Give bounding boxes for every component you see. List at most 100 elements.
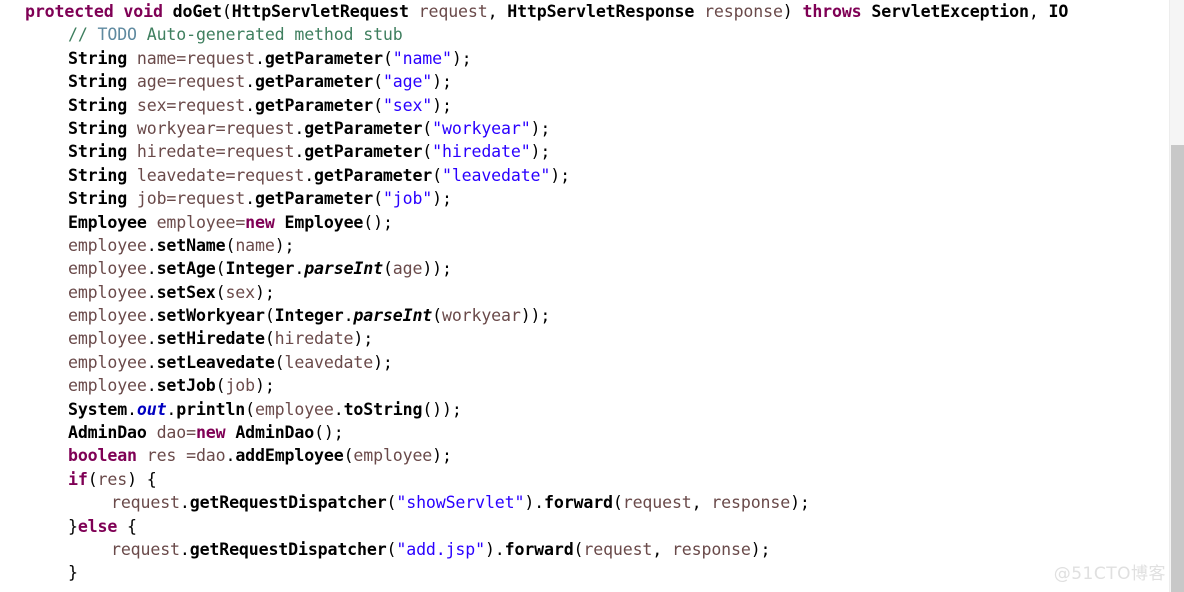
code-token-plain: .	[146, 329, 157, 349]
code-token-local: request	[186, 48, 255, 68]
code-token-plain: );	[432, 72, 452, 92]
code-line[interactable]: protected void doGet(HttpServletRequest …	[0, 0, 1169, 23]
code-line[interactable]: request.getRequestDispatcher("add.jsp").…	[0, 538, 1169, 561]
code-token-plain: (	[382, 259, 393, 279]
code-token-plain: );	[451, 48, 472, 68]
code-line[interactable]: employee.setName(name);	[0, 234, 1169, 257]
code-line[interactable]: employee.setSex(sex);	[0, 281, 1169, 304]
code-token-plain: )	[782, 2, 803, 21]
code-token-method: getRequestDispatcher	[189, 539, 387, 559]
code-token-local: response	[671, 539, 751, 559]
code-token-cmt: Auto-generated method stub	[136, 25, 403, 45]
code-token-plain: .	[179, 539, 190, 559]
code-token-kw: throws	[802, 2, 862, 21]
code-token-method: setAge	[156, 259, 216, 279]
code-line[interactable]: employee.setAge(Integer.parseInt(age));	[0, 257, 1169, 280]
code-token-plain: .	[294, 142, 305, 162]
code-token-plain: .	[245, 189, 255, 209]
code-token-plain: .	[225, 446, 236, 466]
code-line[interactable]: AdminDao dao=new AdminDao();	[0, 421, 1169, 444]
code-token-kw: boolean	[68, 446, 137, 466]
code-token-plain: ,	[1028, 2, 1049, 21]
code-line[interactable]: employee.setHiredate(hiredate);	[0, 327, 1169, 350]
code-token-plain: (	[264, 329, 275, 349]
code-token-local: response	[711, 493, 791, 513]
code-token-plain: .	[146, 282, 157, 302]
code-token-str: "hiredate"	[432, 142, 531, 162]
code-token-plain: ));	[422, 259, 452, 279]
code-token-plain: (	[264, 306, 275, 326]
code-line[interactable]: boolean res =dao.addEmployee(employee);	[0, 444, 1169, 467]
code-line[interactable]: String name=request.getParameter("name")…	[0, 47, 1169, 70]
code-token-type: HttpServletRequest	[231, 2, 409, 21]
code-token-plain: .	[255, 48, 265, 68]
code-token-type: String	[68, 95, 128, 115]
code-token-str: "showServlet"	[396, 493, 525, 513]
code-token-local: hiredate	[136, 142, 216, 162]
code-token-plain: );	[432, 189, 452, 209]
code-token-plain: ,	[691, 493, 712, 513]
code-line[interactable]: }else {	[0, 515, 1169, 538]
code-token-plain: .	[146, 259, 157, 279]
code-line[interactable]: employee.setJob(job);	[0, 374, 1169, 397]
code-token-type: HttpServletResponse	[507, 2, 695, 21]
code-line[interactable]: String hiredate=request.getParameter("hi…	[0, 140, 1169, 163]
code-token-plain: ();	[363, 212, 393, 232]
code-line[interactable]: String job=request.getParameter("job");	[0, 187, 1169, 210]
code-token-local: request	[176, 95, 246, 115]
code-token-plain: (	[215, 376, 226, 396]
code-token-local: response	[704, 2, 783, 21]
code-token-plain: );	[353, 329, 374, 349]
vertical-scrollbar[interactable]	[1169, 0, 1184, 592]
code-token-local: =	[166, 189, 177, 209]
code-line[interactable]: }	[0, 561, 1169, 584]
code-line[interactable]: String workyear=request.getParameter("wo…	[0, 117, 1169, 140]
code-token-method: forward	[504, 539, 574, 559]
code-token-plain: );	[550, 165, 570, 185]
code-token-cmt: //	[68, 25, 98, 45]
code-text-area[interactable]: protected void doGet(HttpServletRequest …	[0, 0, 1169, 592]
code-token-local: =	[215, 142, 226, 162]
code-token-plain: (	[612, 493, 623, 513]
code-token-method: setHiredate	[156, 329, 265, 349]
code-token-plain: ) {	[127, 469, 157, 489]
code-token-local: job	[225, 376, 255, 396]
code-token-local: request	[111, 539, 180, 559]
code-token-plain: );	[750, 539, 771, 559]
code-token-local: request	[225, 118, 295, 138]
code-token-plain: (	[386, 493, 397, 513]
code-token-method: getParameter	[264, 48, 383, 68]
code-editor[interactable]: protected void doGet(HttpServletRequest …	[0, 0, 1184, 592]
code-token-kw: void	[123, 2, 163, 21]
code-line[interactable]: employee.setLeavedate(leavedate);	[0, 351, 1169, 374]
code-token-plain: );	[274, 235, 295, 255]
code-token-plain: (	[432, 306, 442, 326]
code-token-kw: if	[68, 469, 88, 489]
code-token-local: employee	[68, 376, 147, 396]
code-token-method: getParameter	[255, 189, 374, 209]
code-token-method: getParameter	[304, 118, 423, 138]
code-token-local: =	[176, 446, 196, 466]
code-token-plain: ));	[520, 306, 551, 326]
code-token-method: addEmployee	[235, 446, 344, 466]
code-token-plain: );	[255, 376, 275, 396]
code-line[interactable]: String age=request.getParameter("age");	[0, 70, 1169, 93]
code-token-method: setLeavedate	[156, 352, 275, 372]
code-token-method: setWorkyear	[156, 306, 265, 326]
code-line[interactable]: System.out.println(employee.toString());	[0, 398, 1169, 421]
code-token-str: "age"	[382, 72, 433, 92]
code-line[interactable]: // TODO Auto-generated method stub	[0, 23, 1169, 46]
code-line[interactable]: String leavedate=request.getParameter("l…	[0, 164, 1169, 187]
code-line[interactable]: if(res) {	[0, 468, 1169, 491]
code-line[interactable]: employee.setWorkyear(Integer.parseInt(wo…	[0, 304, 1169, 327]
vertical-scrollbar-thumb[interactable]	[1171, 145, 1184, 592]
code-line[interactable]: String sex=request.getParameter("sex");	[0, 94, 1169, 117]
code-token-local: employee	[353, 446, 433, 466]
code-line[interactable]: request.getRequestDispatcher("showServle…	[0, 491, 1169, 514]
code-line[interactable]: Employee employee=new Employee();	[0, 211, 1169, 234]
